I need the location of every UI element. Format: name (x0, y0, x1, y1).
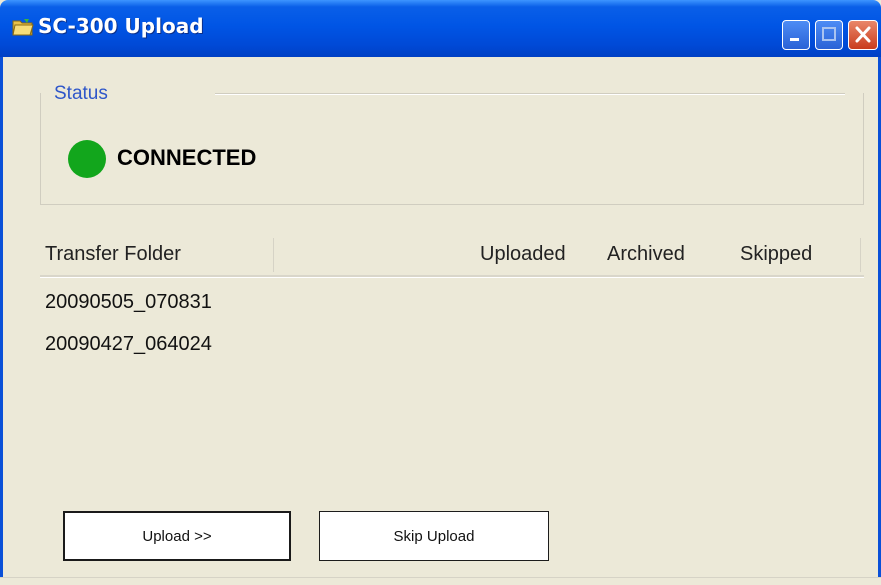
status-group-label: Status (52, 83, 110, 105)
column-header-skipped[interactable]: Skipped (740, 243, 812, 266)
skip-upload-button[interactable]: Skip Upload (319, 511, 549, 561)
upload-button[interactable]: Upload >> (63, 511, 291, 561)
table-row[interactable]: 20090505_070831 (45, 291, 212, 314)
upload-window: SC-300 Upload Status CONNECTED Transfer … (0, 0, 881, 585)
window-title: SC-300 Upload (38, 14, 204, 38)
minimize-button[interactable] (782, 20, 810, 50)
maximize-icon (822, 27, 836, 41)
minimize-icon (790, 38, 799, 41)
maximize-button[interactable] (815, 20, 843, 50)
table-header-divider (40, 275, 864, 278)
window-frame-left (0, 57, 3, 585)
folder-icon (12, 16, 34, 38)
close-button[interactable] (848, 20, 878, 50)
status-group-divider (215, 93, 845, 95)
close-icon (855, 26, 871, 43)
column-header-archived[interactable]: Archived (607, 243, 685, 266)
connection-indicator-icon (68, 140, 106, 178)
column-separator[interactable] (273, 238, 274, 272)
column-separator[interactable] (860, 238, 861, 272)
column-header-uploaded[interactable]: Uploaded (480, 243, 566, 266)
title-bar[interactable]: SC-300 Upload (0, 0, 881, 57)
connection-status-text: CONNECTED (117, 145, 257, 170)
column-header-transfer-folder[interactable]: Transfer Folder (45, 243, 181, 266)
table-row[interactable]: 20090427_064024 (45, 333, 212, 356)
window-bottom-edge (0, 577, 881, 585)
